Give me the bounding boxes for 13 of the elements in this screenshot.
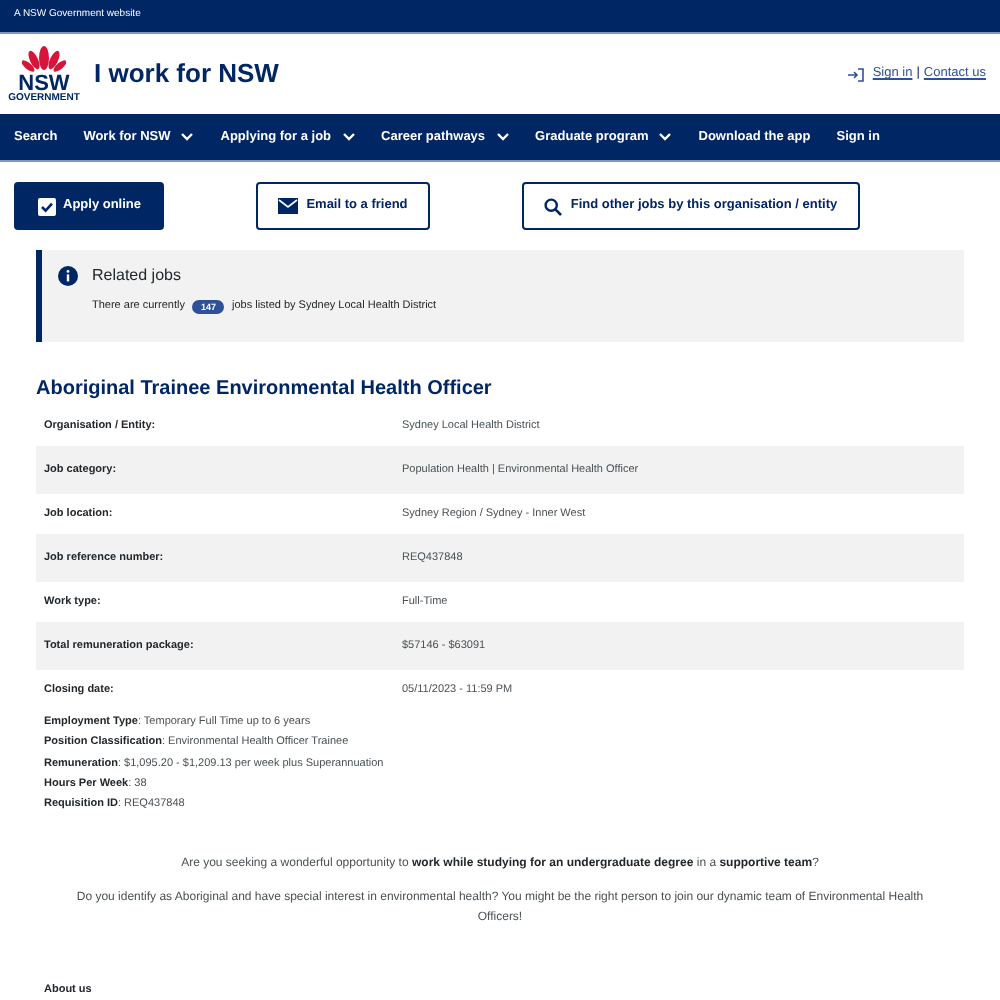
chevron-down-icon xyxy=(341,132,356,142)
waratah-icon xyxy=(22,45,66,73)
chevron-down-icon xyxy=(180,132,195,142)
sign-in-icon xyxy=(848,67,865,81)
chevron-down-icon xyxy=(495,132,510,142)
checkbox-icon xyxy=(37,197,55,215)
info-icon xyxy=(58,266,78,286)
envelope-icon xyxy=(278,198,299,214)
search-icon xyxy=(544,197,563,215)
job-title: Aboriginal Trainee Environmental Health Officer xyxy=(36,376,494,404)
site-title: I work for NSW xyxy=(94,56,279,93)
chevron-down-icon xyxy=(658,132,673,142)
related-jobs-title: Related jobs xyxy=(92,264,181,288)
